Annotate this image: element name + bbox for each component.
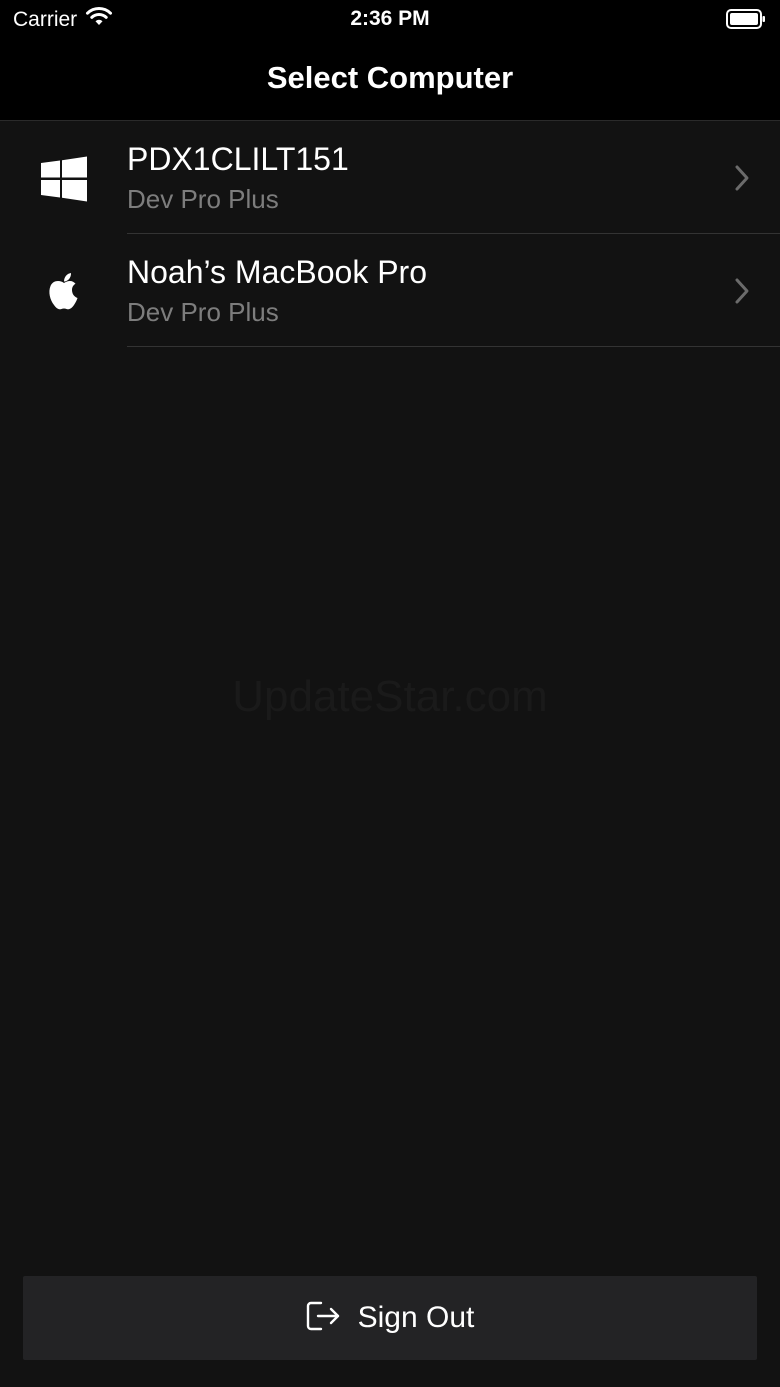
status-bar: Carrier 2:36 PM (0, 0, 780, 40)
computer-list: PDX1CLILT151 Dev Pro Plus Noah’s MacBook… (0, 121, 780, 347)
sign-out-label: Sign Out (357, 1301, 475, 1334)
chevron-right-icon (734, 277, 750, 305)
sign-out-icon (306, 1300, 342, 1337)
windows-icon (40, 155, 88, 203)
watermark: UpdateStar.com (232, 672, 548, 721)
chevron-right-icon (734, 164, 750, 192)
sign-out-button[interactable]: Sign Out (23, 1276, 757, 1360)
page-title: Select Computer (266, 60, 514, 95)
apple-icon (40, 268, 88, 316)
computer-name: PDX1CLILT151 (127, 141, 349, 177)
battery-icon (726, 9, 766, 29)
computer-name: Noah’s MacBook Pro (127, 254, 427, 290)
computer-plan: Dev Pro Plus (127, 184, 279, 214)
computer-row-noahs-macbook-pro[interactable]: Noah’s MacBook Pro Dev Pro Plus (0, 234, 780, 347)
status-time: 2:36 PM (350, 7, 430, 30)
computer-plan: Dev Pro Plus (127, 297, 279, 327)
row-divider (127, 346, 780, 347)
navigation-bar: Select Computer (0, 40, 780, 121)
computer-row-pdx1clilt151[interactable]: PDX1CLILT151 Dev Pro Plus (0, 121, 780, 234)
